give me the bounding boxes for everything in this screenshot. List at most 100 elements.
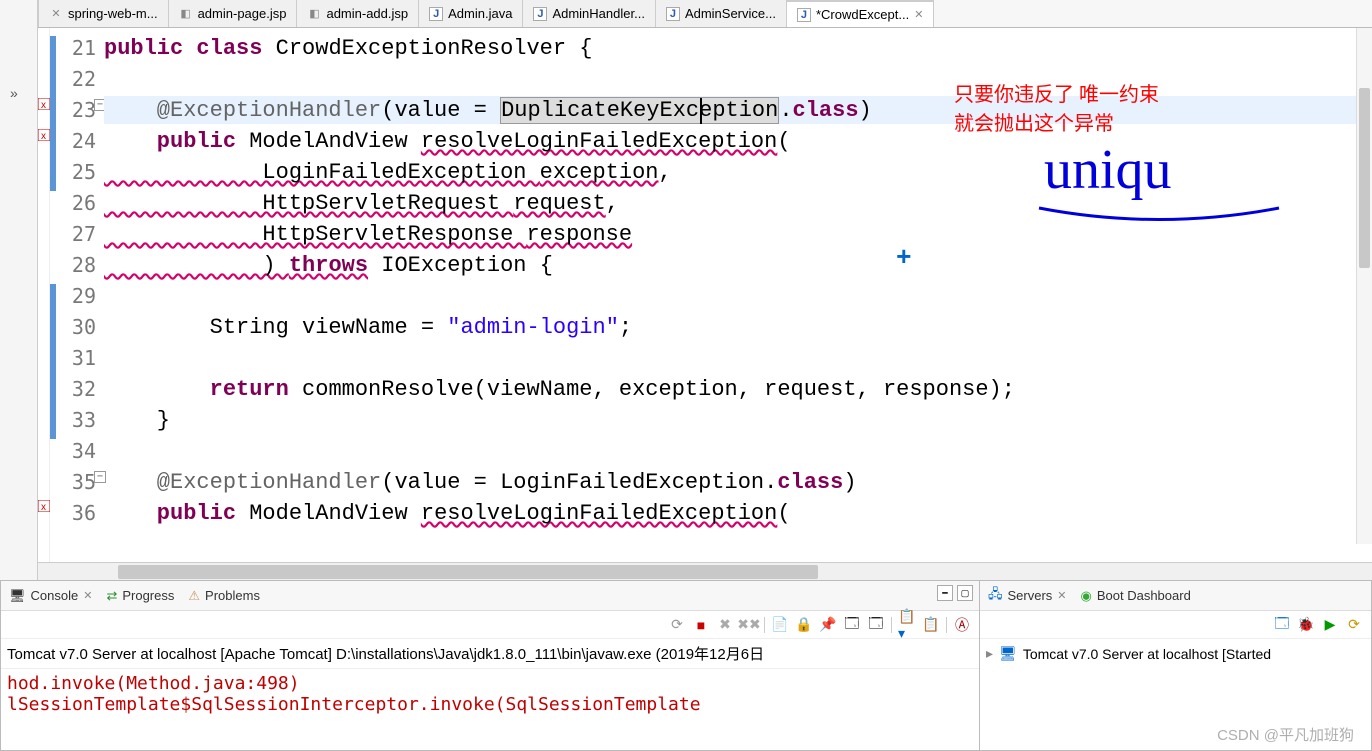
lineno: 29 xyxy=(72,284,96,308)
tab-label: spring-web-m... xyxy=(68,6,158,21)
java-icon: J xyxy=(666,7,680,21)
console-line: hod.invoke(Method.java:498) xyxy=(7,673,973,694)
java-icon: J xyxy=(533,7,547,21)
console-line: lSessionTemplate$SqlSessionInterceptor.i… xyxy=(7,694,973,715)
plus-annotation: + xyxy=(896,243,912,273)
terminate-icon[interactable]: ■ xyxy=(692,616,710,634)
error-marker[interactable]: x xyxy=(38,129,50,141)
code-line: HttpServletResponse response xyxy=(104,222,632,247)
error-marker[interactable]: x xyxy=(38,500,50,512)
text-cursor xyxy=(700,98,702,124)
code-line: public ModelAndView resolveLoginFailedEx… xyxy=(104,501,791,526)
tab-admin-handler[interactable]: J AdminHandler... xyxy=(523,0,656,27)
boot-icon: ◉ xyxy=(1081,588,1092,604)
server-label: Tomcat v7.0 Server at localhost [Started xyxy=(1023,646,1271,662)
lineno: 21 xyxy=(72,36,96,60)
servers-icon: 🖧 xyxy=(988,585,1003,607)
jsp-icon: ◧ xyxy=(179,7,193,21)
bottom-panel: 🖥Console✕ ⇄Progress ⚠Problems ━ ▢ ⟳ ■ ✖ … xyxy=(0,580,1372,751)
code-line: HttpServletRequest request, xyxy=(104,191,619,216)
code-line: @ExceptionHandler(value = LoginFailedExc… xyxy=(104,470,857,495)
minimize-icon[interactable]: ━ xyxy=(937,585,953,601)
bottom-right-tabs: 🖧Servers✕ ◉Boot Dashboard xyxy=(980,581,1371,611)
tab-crowd-exception[interactable]: J*CrowdExcept...✕ xyxy=(787,0,934,27)
lineno: 35 xyxy=(72,470,96,494)
lineno: 22 xyxy=(72,67,96,91)
code-line: String viewName = "admin-login"; xyxy=(104,315,632,340)
tab-progress[interactable]: ⇄Progress xyxy=(106,588,174,604)
close-icon[interactable]: ✕ xyxy=(914,8,923,21)
editor-area: x x x 21 22 23 24 25 26 27 28 29 30 31 3… xyxy=(38,28,1372,562)
server-start-icon[interactable]: ▶ xyxy=(1321,616,1339,634)
close-icon[interactable]: ✕ xyxy=(83,589,92,602)
tab-label: admin-add.jsp xyxy=(326,6,408,21)
tab-label: Admin.java xyxy=(448,6,512,21)
horizontal-scrollbar[interactable] xyxy=(38,562,1372,580)
tab-admin-service[interactable]: J AdminService... xyxy=(656,0,787,27)
server-debug-icon[interactable]: 🐞 xyxy=(1297,616,1315,634)
lineno: 36 xyxy=(72,501,96,525)
switch-console-icon[interactable]: ⟳ xyxy=(668,616,686,634)
servers-toolbar: 🗔 🐞 ▶ ⟳ xyxy=(980,611,1371,639)
java-stack-trace-icon[interactable]: Ⓐ xyxy=(953,616,971,634)
console-process-title: Tomcat v7.0 Server at localhost [Apache … xyxy=(1,639,979,669)
lineno: 24 xyxy=(72,129,96,153)
open-console-icon[interactable]: 📋▾ xyxy=(898,616,916,634)
marker-column: x x x xyxy=(38,28,50,562)
editor-tabbar: ✕ spring-web-m... ◧ admin-page.jsp ◧ admin-… xyxy=(38,0,1372,28)
code-line: LoginFailedException exception, xyxy=(104,160,672,185)
problems-icon: ⚠ xyxy=(188,588,200,604)
xml-icon: ✕ xyxy=(49,7,63,21)
code-line: return commonResolve(viewName, exception… xyxy=(104,377,1015,402)
error-marker[interactable]: x xyxy=(38,98,50,110)
pin-console-icon[interactable]: 📌 xyxy=(819,616,837,634)
jsp-icon: ◧ xyxy=(307,7,321,21)
annotation-underline xyxy=(1034,203,1284,233)
svg-text:x: x xyxy=(41,100,46,110)
code-view[interactable]: public class CrowdExceptionResolver { @E… xyxy=(104,28,1372,562)
watermark: CSDN @平凡加班狗 xyxy=(1217,724,1354,745)
console-panel: 🖥Console✕ ⇄Progress ⚠Problems ━ ▢ ⟳ ■ ✖ … xyxy=(0,580,980,751)
console-output[interactable]: hod.invoke(Method.java:498) lSessionTemp… xyxy=(1,669,979,750)
vertical-scrollbar[interactable] xyxy=(1356,28,1372,544)
tab-admin-java[interactable]: JAdmin.java xyxy=(419,0,523,27)
tab-admin-add[interactable]: ◧ admin-add.jsp xyxy=(297,0,419,27)
server-profile-icon[interactable]: 🗔 xyxy=(1273,616,1291,634)
lineno: 34 xyxy=(72,439,96,463)
tab-problems[interactable]: ⚠Problems xyxy=(188,588,260,604)
tab-servers[interactable]: 🖧Servers✕ xyxy=(988,585,1067,607)
remove-all-icon[interactable]: ✖✖ xyxy=(740,616,758,634)
tab-label: AdminService... xyxy=(685,6,776,21)
maximize-icon[interactable]: ▢ xyxy=(957,585,973,601)
new-console-icon[interactable]: 📋 xyxy=(922,616,940,634)
tab-admin-page[interactable]: ◧ admin-page.jsp xyxy=(169,0,298,27)
code-line: public ModelAndView resolveLoginFailedEx… xyxy=(104,129,791,154)
tree-expand-icon[interactable]: ▸ xyxy=(986,645,993,662)
svg-text:x: x xyxy=(41,131,46,141)
tab-boot-dashboard[interactable]: ◉Boot Dashboard xyxy=(1081,588,1191,604)
clear-console-icon[interactable]: 📄 xyxy=(771,616,789,634)
progress-icon: ⇄ xyxy=(106,588,117,604)
lineno: 26 xyxy=(72,191,96,215)
lineno: 28 xyxy=(72,253,96,277)
remove-terminated-icon[interactable]: ✖ xyxy=(716,616,734,634)
restore-view-arrow[interactable]: » xyxy=(10,85,18,101)
tab-label: admin-page.jsp xyxy=(198,6,287,21)
line-numbers: 21 22 23 24 25 26 27 28 29 30 31 32 33 3… xyxy=(56,28,104,562)
show-console-icon[interactable]: 🗔 xyxy=(867,616,885,634)
lineno: 27 xyxy=(72,222,96,246)
tab-console[interactable]: 🖥Console✕ xyxy=(9,588,92,604)
tab-label: AdminHandler... xyxy=(552,6,645,21)
lineno: 32 xyxy=(72,377,96,401)
server-publish-icon[interactable]: ⟳ xyxy=(1345,616,1363,634)
lineno: 30 xyxy=(72,315,96,339)
server-row[interactable]: ▸ 🖥 Tomcat v7.0 Server at localhost [Sta… xyxy=(986,645,1365,662)
lineno: 25 xyxy=(72,160,96,184)
display-selected-icon[interactable]: 🗔 xyxy=(843,616,861,634)
close-icon[interactable]: ✕ xyxy=(1057,589,1066,602)
tab-spring-web[interactable]: ✕ spring-web-m... xyxy=(38,0,169,27)
scroll-lock-icon[interactable]: 🔒 xyxy=(795,616,813,634)
lineno: 23 xyxy=(72,98,96,122)
svg-text:x: x xyxy=(41,502,46,512)
server-icon: 🖥 xyxy=(999,645,1017,662)
